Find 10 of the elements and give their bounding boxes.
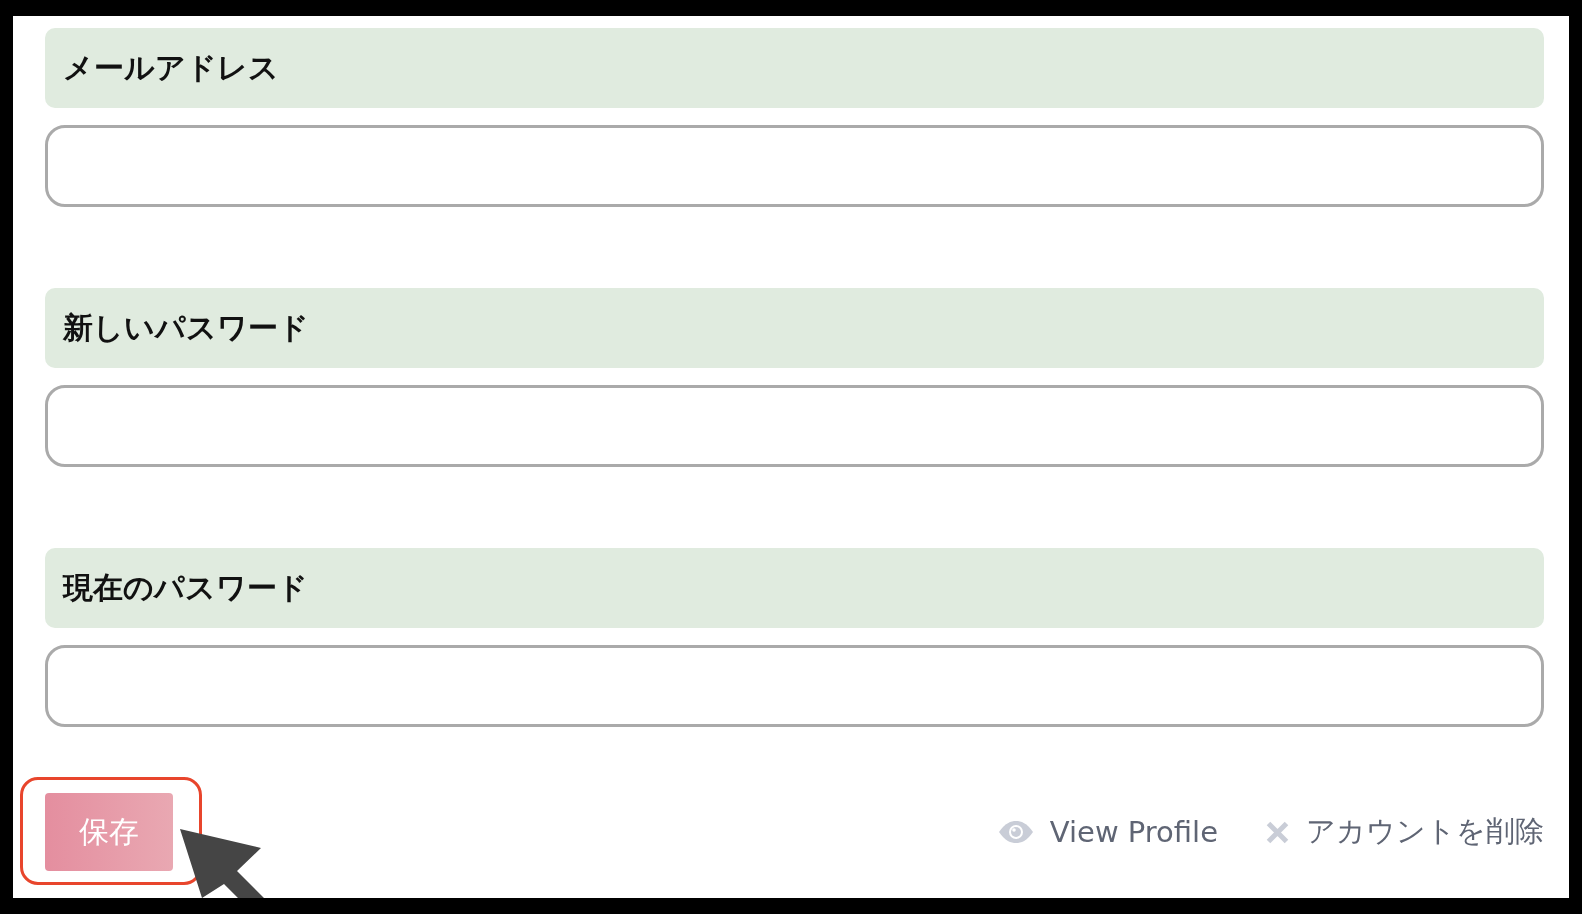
- input-field[interactable]: [45, 645, 1544, 727]
- input-field[interactable]: [45, 385, 1544, 467]
- view-profile-link[interactable]: View Profile: [998, 815, 1218, 849]
- cross-icon: [1266, 820, 1289, 844]
- field-label: メールアドレス: [45, 28, 1544, 108]
- input-field[interactable]: [45, 125, 1544, 207]
- field-label: 現在のパスワード: [45, 548, 1544, 628]
- eye-icon: [998, 821, 1033, 843]
- delete-account-link[interactable]: アカウントを削除: [1266, 812, 1544, 852]
- field-label: 新しいパスワード: [45, 288, 1544, 368]
